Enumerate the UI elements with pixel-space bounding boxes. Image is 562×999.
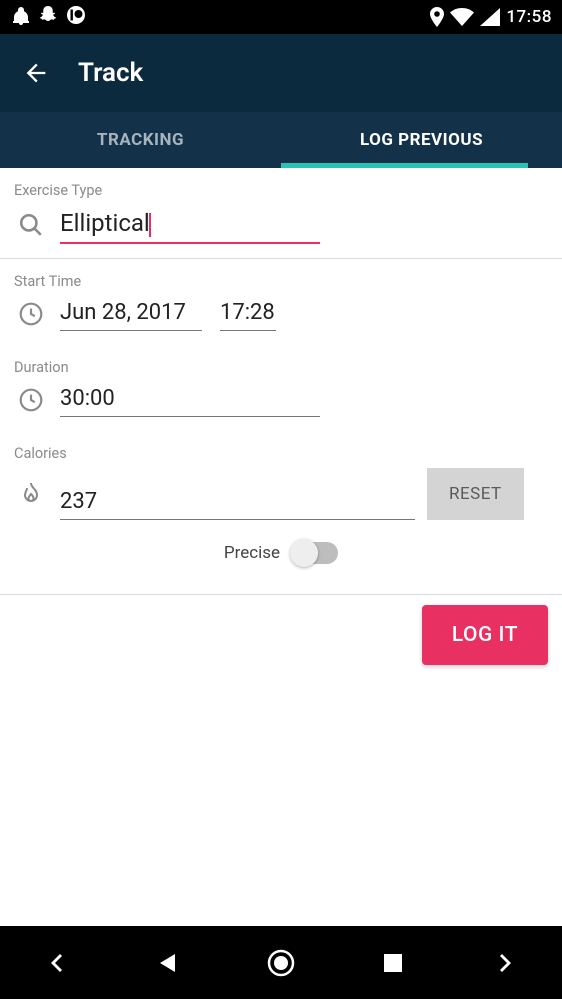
nav-home[interactable] [253,935,309,991]
location-icon [430,7,444,27]
app-header: Track [0,34,562,112]
nav-back[interactable] [141,935,197,991]
duration-input[interactable]: 30:00 [60,382,320,417]
search-icon [14,212,48,238]
nav-next-chevron[interactable] [478,935,534,991]
patreon-icon [66,5,86,29]
calories-label: Calories [0,431,562,468]
start-time-label: Start Time [0,259,562,296]
precise-label: Precise [224,543,280,563]
android-nav-bar [0,926,562,999]
reset-button[interactable]: RESET [427,468,524,520]
snapchat-icon [38,5,58,29]
tab-indicator [281,163,528,168]
exercise-type-label: Exercise Type [0,168,562,205]
cell-signal-icon [480,8,500,26]
page-title: Track [78,58,143,88]
duration-label: Duration [0,345,562,382]
status-left-icons [8,5,86,29]
ringer-icon [12,5,30,29]
clock-icon [14,301,48,327]
exercise-type-input[interactable]: Elliptical [60,205,320,244]
tabs: TRACKING LOG PREVIOUS [0,112,562,168]
nav-prev-chevron[interactable] [28,935,84,991]
back-button[interactable] [18,55,54,91]
log-previous-form: Exercise Type Elliptical Start Time Jun … [0,168,562,999]
flame-icon [14,481,48,507]
exercise-type-value: Elliptical [60,209,150,237]
wifi-icon [450,8,474,26]
clock-icon [14,387,48,413]
tab-log-previous[interactable]: LOG PREVIOUS [281,112,562,168]
start-date-input[interactable]: Jun 28, 2017 [60,296,202,331]
status-right-icons: 17:58 [430,7,554,27]
toggle-knob [290,539,318,567]
nav-recent[interactable] [365,935,421,991]
calories-input[interactable]: 237 [60,485,415,520]
status-bar: 17:58 [0,0,562,34]
start-time-input[interactable]: 17:28 [220,296,276,331]
precise-toggle[interactable] [292,542,338,564]
log-it-button[interactable]: LOG IT [422,605,548,665]
text-cursor [149,213,151,237]
tab-tracking[interactable]: TRACKING [0,112,281,168]
status-clock: 17:58 [506,7,552,27]
